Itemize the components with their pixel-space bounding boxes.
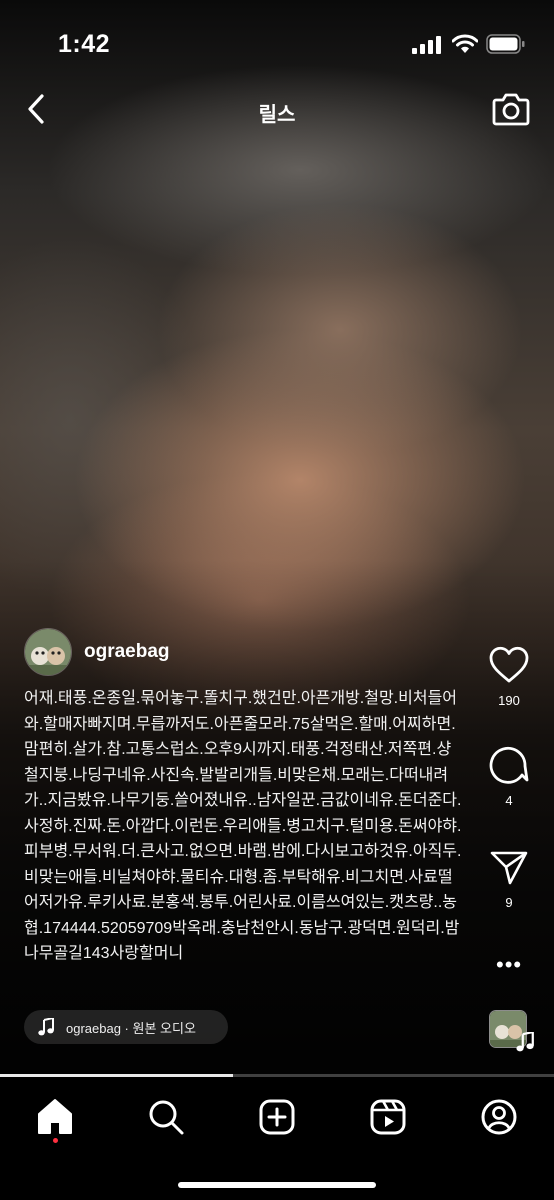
original-audio-button[interactable]: ograebag · 원본 오디오: [24, 1010, 228, 1044]
profile-icon[interactable]: [479, 1097, 519, 1137]
comment-count: 4: [505, 793, 513, 808]
home-icon[interactable]: [35, 1097, 75, 1137]
status-bar: 1:42: [0, 0, 554, 88]
share-button[interactable]: 9: [478, 850, 540, 910]
paper-plane-icon: [490, 851, 528, 885]
camera-icon[interactable]: [492, 92, 530, 126]
heart-icon: [489, 646, 529, 683]
notification-dot: [53, 1138, 58, 1143]
author-avatar[interactable]: [24, 628, 72, 676]
like-button[interactable]: 190: [478, 646, 540, 708]
home-indicator: [178, 1182, 376, 1188]
comment-bubble-icon: [489, 746, 529, 784]
music-note-icon: [38, 1018, 54, 1036]
audio-note-icon: [516, 1032, 534, 1052]
reels-icon[interactable]: [368, 1097, 408, 1137]
audio-label: ograebag · 원본 오디오: [66, 1020, 196, 1036]
create-post-icon[interactable]: [257, 1097, 297, 1137]
search-icon[interactable]: [146, 1097, 186, 1137]
battery-icon: [486, 34, 525, 54]
cellular-signal-icon: [412, 36, 441, 54]
like-count: 190: [498, 693, 520, 708]
share-count: 9: [505, 895, 513, 910]
reel-caption[interactable]: 어재.태풍.온종일.묶어놓구.똘치구.했건만.아픈개방.철망.비처들어와.할매자…: [24, 686, 464, 967]
author-username[interactable]: ograebag: [84, 641, 170, 663]
page-title: 릴스: [258, 104, 296, 126]
status-time: 1:42: [58, 30, 111, 58]
wifi-icon: [452, 34, 478, 53]
more-options-icon[interactable]: •••: [496, 954, 522, 976]
comment-button[interactable]: 4: [478, 744, 540, 808]
